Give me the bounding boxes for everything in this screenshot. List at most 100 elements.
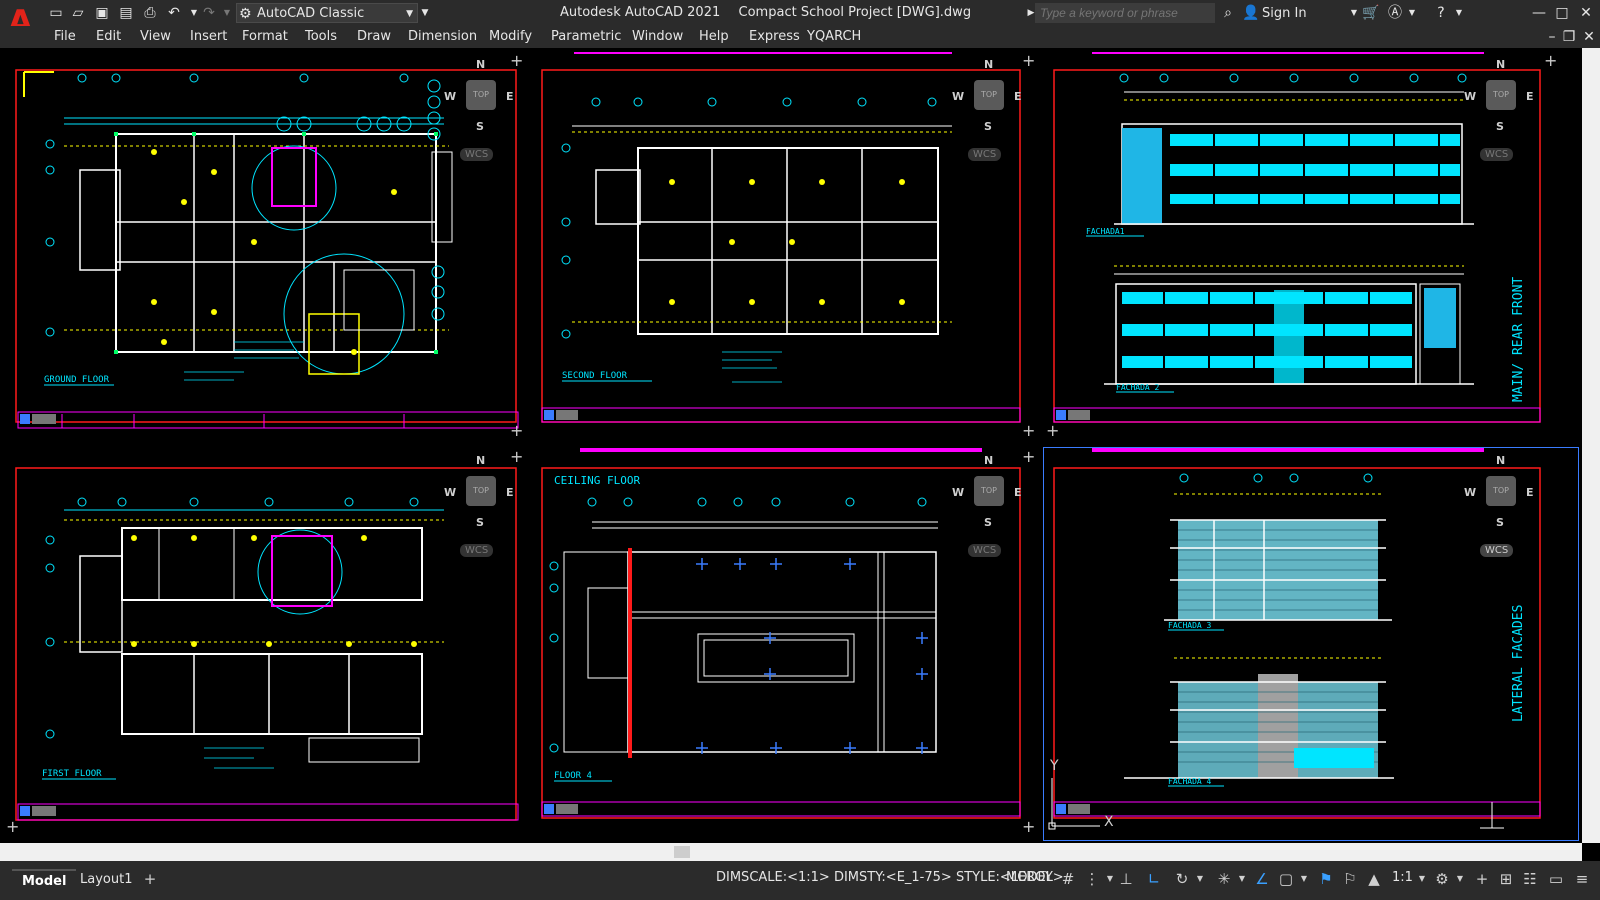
- polar-dropdown-icon[interactable]: ▼: [1190, 869, 1210, 889]
- viewcube-south[interactable]: S: [476, 516, 484, 529]
- menu-yqarch[interactable]: YQARCH: [807, 29, 861, 44]
- viewcube-south[interactable]: S: [476, 120, 484, 133]
- wcs-menu[interactable]: WCS: [460, 544, 494, 557]
- viewcube-top[interactable]: TOP: [466, 476, 496, 506]
- wcs-menu[interactable]: WCS: [460, 148, 494, 161]
- annotation-monitor-icon[interactable]: +: [1472, 869, 1492, 889]
- new-icon[interactable]: ▭: [47, 4, 65, 22]
- osnap-dropdown-icon[interactable]: ▼: [1294, 869, 1314, 889]
- viewcube-east[interactable]: E: [506, 486, 514, 499]
- annotation-visibility-icon[interactable]: ⚑: [1316, 869, 1336, 889]
- infer-constraints-icon[interactable]: ⊥: [1116, 869, 1136, 889]
- viewcube-top[interactable]: TOP: [466, 80, 496, 110]
- wcs-menu[interactable]: WCS: [968, 544, 1002, 557]
- save-as-icon[interactable]: ▤: [117, 4, 135, 22]
- polar-tracking-icon[interactable]: ↻: [1172, 869, 1192, 889]
- isodraft-dropdown-icon[interactable]: ▼: [1232, 869, 1252, 889]
- customization-menu-icon[interactable]: ≡: [1572, 869, 1592, 889]
- viewcube-south[interactable]: S: [1496, 120, 1504, 133]
- isodraft-icon[interactable]: ✳: [1214, 869, 1234, 889]
- object-snap-tracking-icon[interactable]: ∠: [1252, 869, 1272, 889]
- plot-icon[interactable]: ⎙: [141, 4, 159, 22]
- viewcube-east[interactable]: E: [506, 90, 514, 103]
- user-icon[interactable]: 👤: [1242, 4, 1260, 22]
- menu-window[interactable]: Window: [632, 29, 683, 44]
- viewcube-north[interactable]: N: [476, 58, 485, 71]
- viewcube-north[interactable]: N: [984, 454, 993, 467]
- viewcube-north[interactable]: N: [984, 58, 993, 71]
- object-snap-icon[interactable]: ▢: [1276, 869, 1296, 889]
- sign-in-button[interactable]: Sign In: [1262, 6, 1307, 21]
- customize-qa-icon[interactable]: ▼: [416, 4, 434, 22]
- viewcube-east[interactable]: E: [1526, 90, 1534, 103]
- viewcube-north[interactable]: N: [1496, 454, 1505, 467]
- clean-screen-icon[interactable]: ▭: [1546, 869, 1566, 889]
- menu-modify[interactable]: Modify: [489, 29, 532, 44]
- model-space-button[interactable]: MODEL: [1006, 870, 1053, 885]
- menu-view[interactable]: View: [140, 29, 171, 44]
- tab-layout1[interactable]: Layout1: [70, 869, 142, 891]
- viewcube-south[interactable]: S: [984, 120, 992, 133]
- undo-icon[interactable]: ↶: [165, 4, 183, 22]
- workspace-select[interactable]: ⚙ AutoCAD Classic ▼: [236, 3, 418, 23]
- horizontal-scrollbar[interactable]: [0, 843, 1582, 861]
- minimize-icon[interactable]: —: [1530, 4, 1548, 22]
- grid-icon[interactable]: #: [1058, 869, 1078, 889]
- maximize-icon[interactable]: □: [1553, 4, 1571, 22]
- viewcube-west[interactable]: W: [1464, 90, 1476, 103]
- viewcube-top[interactable]: TOP: [1486, 80, 1516, 110]
- drawing-area[interactable]: GROUND FLOOR + + TOP N S W E WCS SECOND …: [0, 48, 1582, 843]
- viewcube-west[interactable]: W: [444, 90, 456, 103]
- close-icon[interactable]: ✕: [1577, 4, 1595, 22]
- tab-model[interactable]: Model: [12, 869, 77, 893]
- viewcube-south[interactable]: S: [1496, 516, 1504, 529]
- viewport-front-facades[interactable]: FACHADA1 FACHADA 2 MAIN/ REAR FRONT + + …: [1044, 52, 1578, 444]
- workspace-gear-icon[interactable]: ⚙: [1432, 869, 1452, 889]
- redo-icon[interactable]: ↷: [200, 4, 218, 22]
- auto-scale-icon[interactable]: ⚐: [1340, 869, 1360, 889]
- search-input[interactable]: [1035, 3, 1215, 23]
- menu-insert[interactable]: Insert: [190, 29, 227, 44]
- autodesk-a360-icon[interactable]: Ⓐ: [1386, 4, 1404, 22]
- vertical-scrollbar[interactable]: [1582, 48, 1600, 843]
- viewcube-west[interactable]: W: [952, 90, 964, 103]
- open-icon[interactable]: ▱: [69, 4, 87, 22]
- viewcube-west[interactable]: W: [1464, 486, 1476, 499]
- doc-restore-icon[interactable]: ❐: [1560, 28, 1578, 46]
- viewcube-north[interactable]: N: [476, 454, 485, 467]
- menu-draw[interactable]: Draw: [357, 29, 391, 44]
- wcs-menu[interactable]: WCS: [968, 148, 1002, 161]
- viewport-first-floor[interactable]: FIRST FLOOR + + TOP N S W E WCS: [4, 448, 528, 840]
- viewport-ground-floor[interactable]: GROUND FLOOR + + TOP N S W E WCS: [4, 52, 528, 444]
- redo-dropdown-icon[interactable]: ▼: [218, 4, 236, 22]
- menu-format[interactable]: Format: [242, 29, 288, 44]
- menu-dimension[interactable]: Dimension: [408, 29, 477, 44]
- menu-file[interactable]: File: [54, 29, 76, 44]
- viewcube-east[interactable]: E: [1014, 90, 1022, 103]
- menu-tools[interactable]: Tools: [305, 29, 337, 44]
- viewcube-east[interactable]: E: [1526, 486, 1534, 499]
- viewcube-east[interactable]: E: [1014, 486, 1022, 499]
- doc-minimize-icon[interactable]: –: [1543, 28, 1561, 46]
- viewcube-north[interactable]: N: [1496, 58, 1505, 71]
- scale-dropdown-icon[interactable]: ▼: [1412, 869, 1432, 889]
- doc-close-icon[interactable]: ✕: [1580, 28, 1598, 46]
- menu-help[interactable]: Help: [699, 29, 729, 44]
- viewport-second-floor[interactable]: SECOND FLOOR + + TOP N S W E WCS: [532, 52, 1040, 444]
- save-icon[interactable]: ▣: [93, 4, 111, 22]
- annotation-scale-value[interactable]: 1:1: [1392, 870, 1413, 885]
- viewport-lateral-facades[interactable]: FACHADA 3 FACHADA 4 LATERAL FACADES Y X …: [1043, 447, 1579, 841]
- workspace-dropdown-icon[interactable]: ▼: [1450, 869, 1470, 889]
- help-icon[interactable]: ?: [1432, 4, 1450, 22]
- units-icon[interactable]: ⊞: [1496, 869, 1516, 889]
- signin-dropdown-icon[interactable]: ▼: [1345, 4, 1363, 22]
- viewcube-top[interactable]: TOP: [974, 80, 1004, 110]
- ortho-icon[interactable]: ∟: [1144, 869, 1164, 889]
- add-layout-icon[interactable]: +: [140, 869, 160, 889]
- viewcube-top[interactable]: TOP: [1486, 476, 1516, 506]
- quick-properties-icon[interactable]: ☷: [1520, 869, 1540, 889]
- wcs-menu[interactable]: WCS: [1480, 544, 1514, 557]
- cart-icon[interactable]: 🛒: [1362, 4, 1380, 22]
- snap-icon[interactable]: ⋮: [1082, 869, 1102, 889]
- viewcube-south[interactable]: S: [984, 516, 992, 529]
